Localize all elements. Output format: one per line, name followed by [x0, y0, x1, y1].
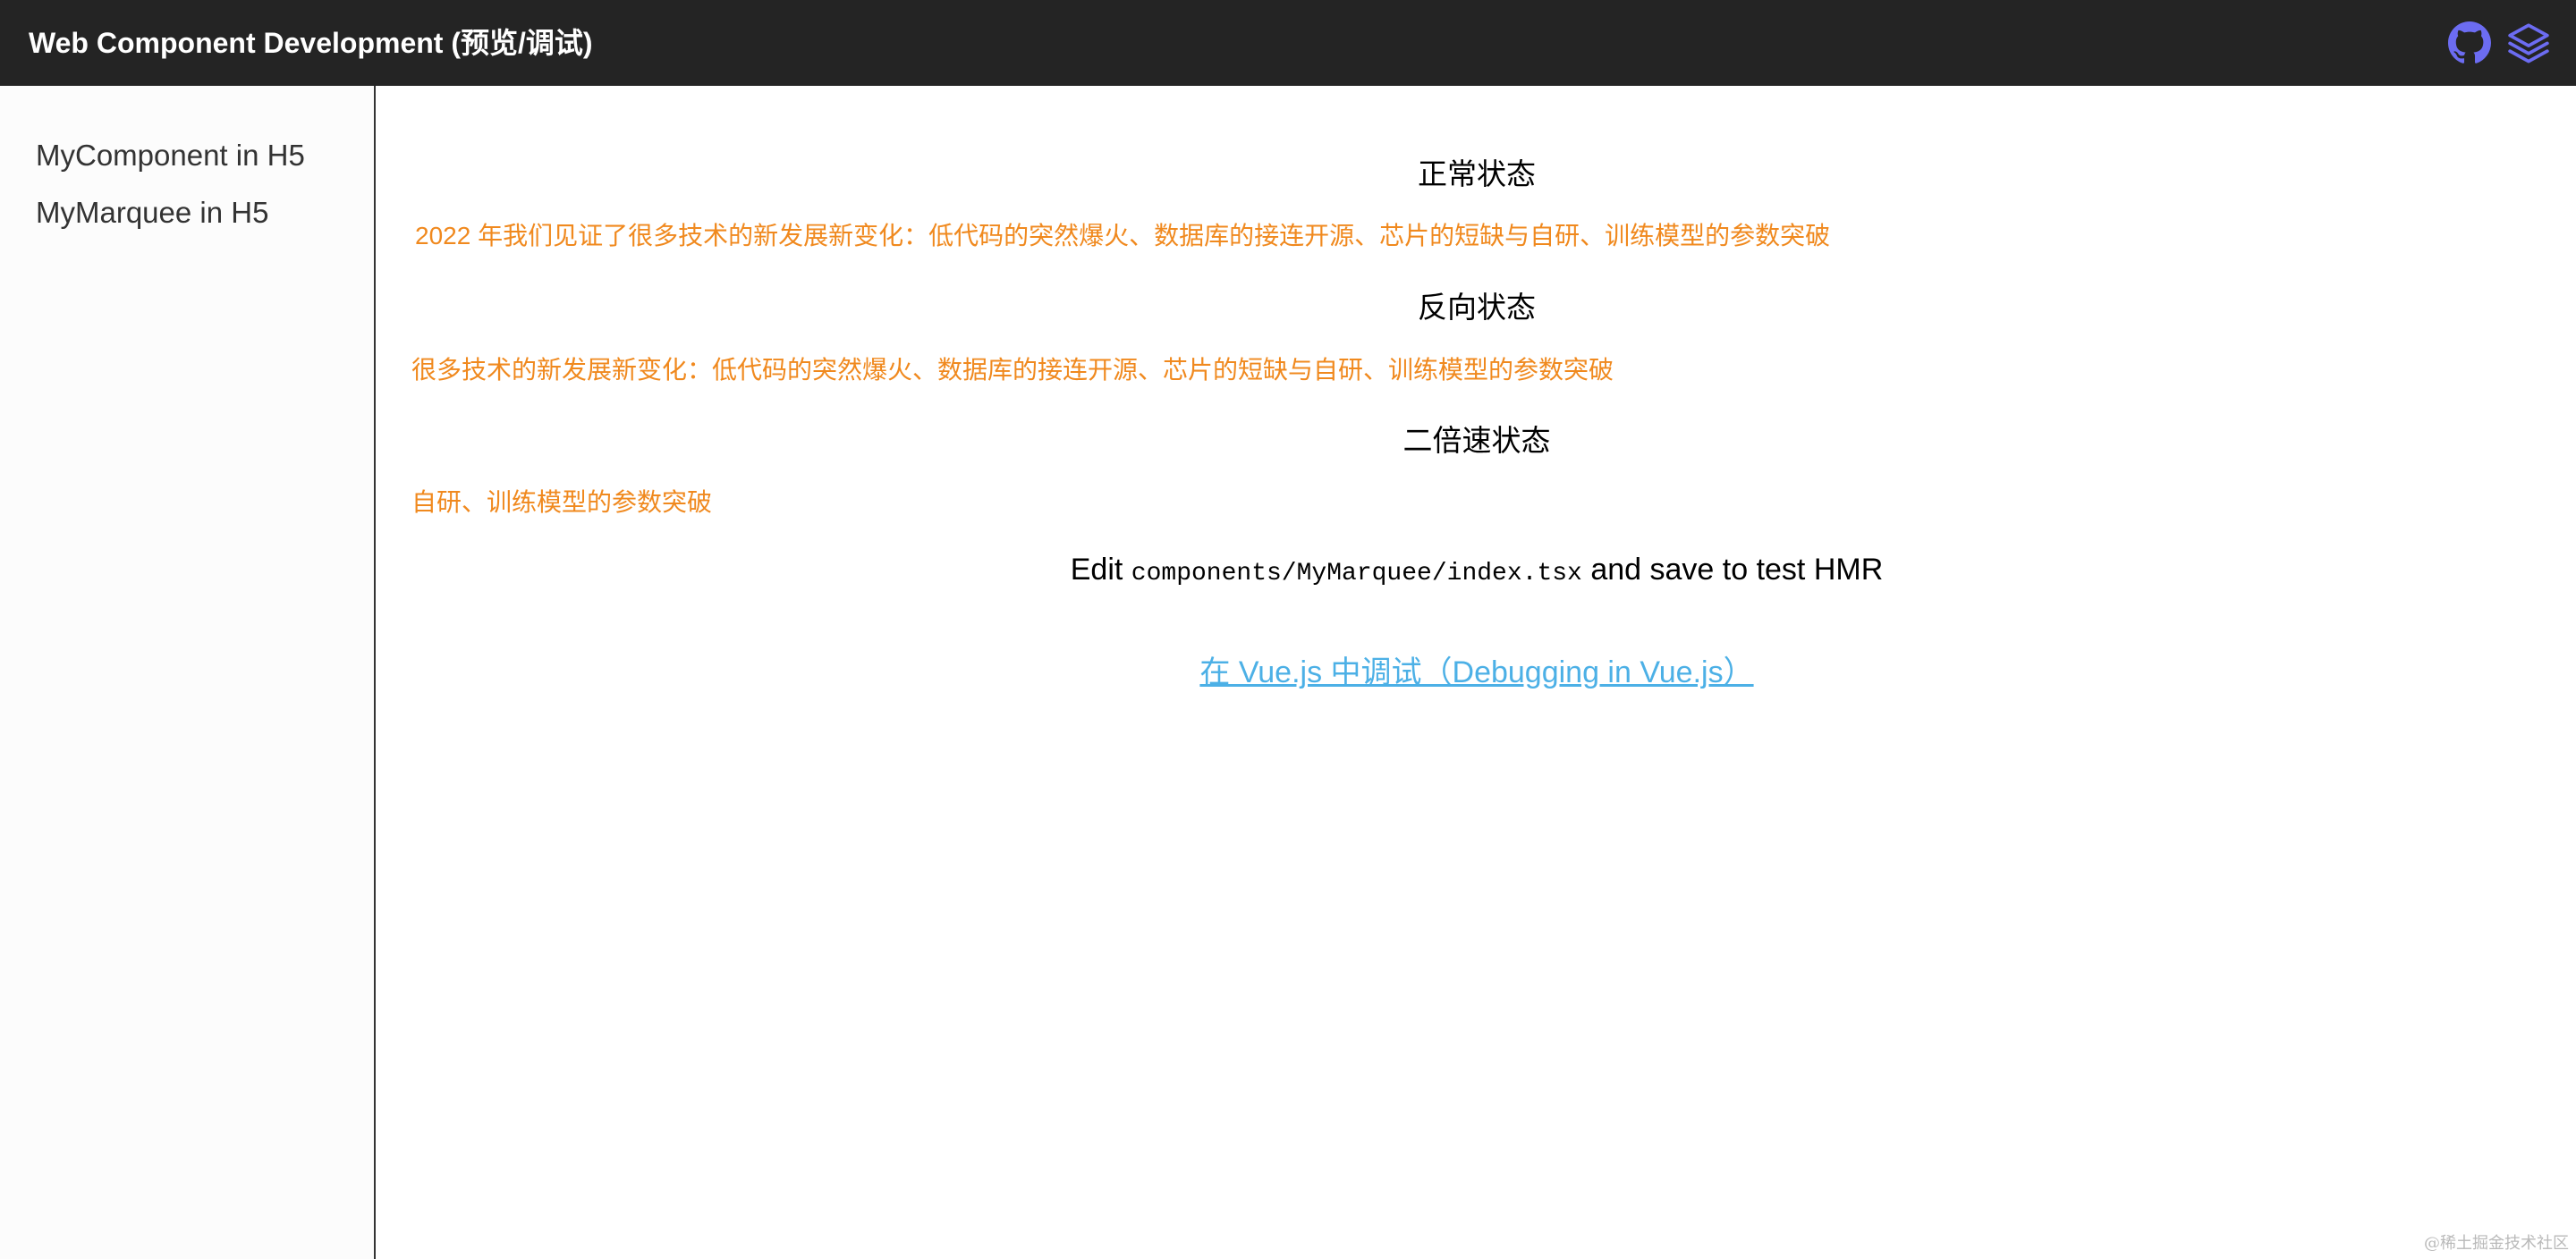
- watermark: @稀土掘金技术社区: [2424, 1234, 2569, 1253]
- section-heading-reverse: 反向状态: [1418, 291, 1536, 324]
- github-icon[interactable]: [2447, 21, 2492, 65]
- hmr-instruction: Edit components/MyMarquee/index.tsx and …: [377, 553, 2576, 587]
- app-title: Web Component Development (预览/调试): [29, 27, 593, 59]
- main-content: 正常状态 2022 年我们见证了很多技术的新发展新变化：低代码的突然爆火、数据库…: [377, 86, 2576, 1259]
- marquee-double-speed: 自研、训练模型的参数突破: [411, 485, 2574, 520]
- hmr-suffix: and save to test HMR: [1590, 553, 1884, 587]
- sidebar-item-mymarquee[interactable]: MyMarquee in H5: [36, 184, 374, 241]
- top-bar: Web Component Development (预览/调试): [0, 0, 2576, 86]
- hmr-file-path: components/MyMarquee/index.tsx: [1131, 560, 1582, 587]
- section-heading-double-speed: 二倍速状态: [1402, 424, 1551, 457]
- hmr-prefix: Edit: [1070, 553, 1123, 587]
- topbar-icons: [2447, 18, 2551, 68]
- layers-icon[interactable]: [2506, 21, 2551, 65]
- marquee-text: 很多技术的新发展新变化：低代码的突然爆火、数据库的接连开源、芯片的短缺与自研、训…: [411, 356, 1614, 384]
- section-heading-normal: 正常状态: [1418, 157, 1536, 190]
- sidebar-item-mycomponent[interactable]: MyComponent in H5: [36, 127, 374, 184]
- marquee-reverse: 很多技术的新发展新变化：低代码的突然爆火、数据库的接连开源、芯片的短缺与自研、训…: [411, 352, 2574, 388]
- vue-debug-link-wrapper: 在 Vue.js 中调试（Debugging in Vue.js）: [377, 647, 2576, 691]
- vue-debug-link[interactable]: 在 Vue.js 中调试（Debugging in Vue.js）: [1199, 655, 1753, 689]
- marquee-text: 2022 年我们见证了很多技术的新发展新变化：低代码的突然爆火、数据库的接连开源…: [415, 222, 1831, 249]
- sidebar: MyComponent in H5 MyMarquee in H5: [0, 86, 376, 1259]
- marquee-text: 自研、训练模型的参数突破: [411, 488, 713, 516]
- marquee-normal: 2022 年我们见证了很多技术的新发展新变化：低代码的突然爆火、数据库的接连开源…: [415, 218, 2576, 254]
